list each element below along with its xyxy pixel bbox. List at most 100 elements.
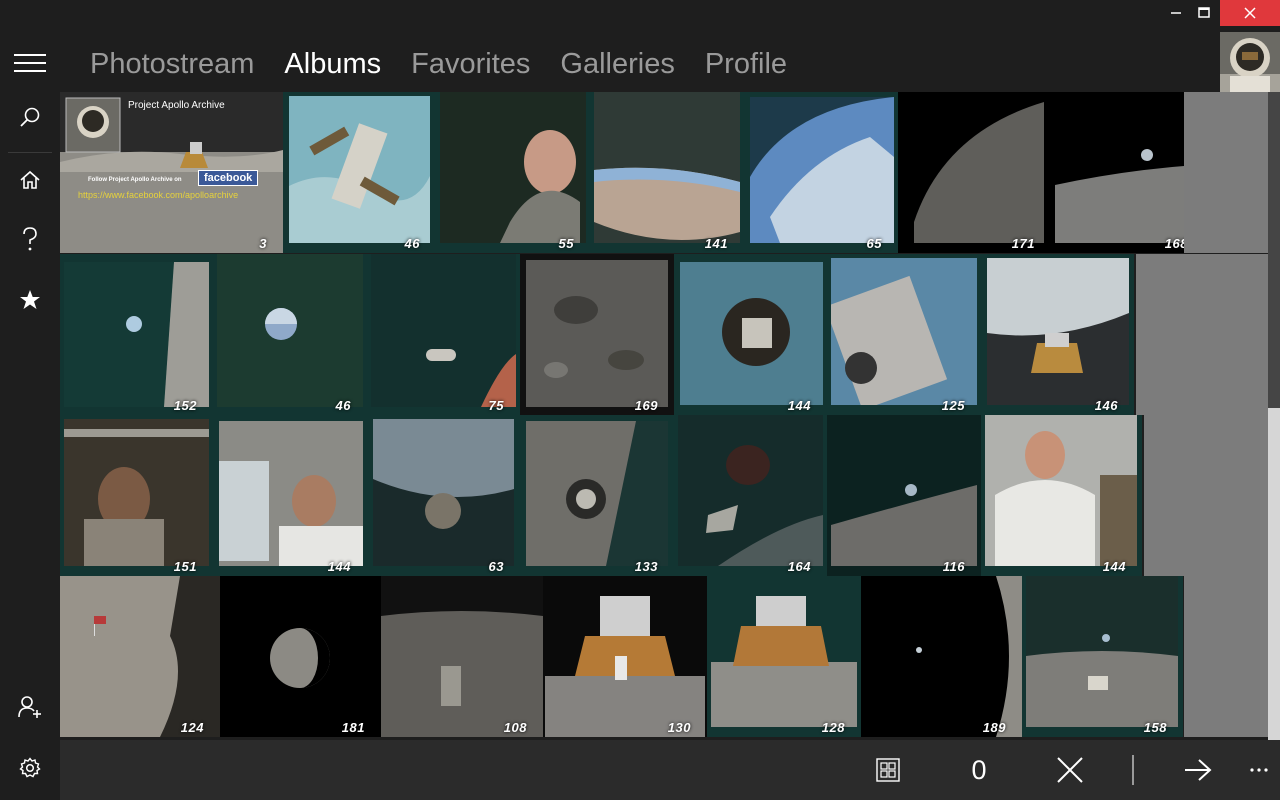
album-tile[interactable]: 63	[367, 415, 520, 576]
album-tile[interactable]: 116	[827, 415, 981, 576]
album-tile[interactable]: 181	[220, 576, 381, 737]
photo-count: 144	[787, 398, 811, 413]
select-all-button[interactable]	[870, 740, 906, 800]
album-tile[interactable]: 146	[981, 254, 1134, 415]
album-cover-image	[545, 576, 705, 737]
add-account-button[interactable]	[0, 682, 60, 732]
album-cover-image	[1026, 576, 1178, 727]
scrollbar-thumb[interactable]	[1268, 408, 1280, 740]
photo-count: 65	[866, 236, 882, 251]
album-tile[interactable]: 124	[60, 576, 220, 737]
album-tile[interactable]: 164	[674, 415, 827, 576]
more-button[interactable]	[1244, 740, 1274, 800]
album-tile[interactable]: 169	[520, 254, 674, 415]
maximize-button[interactable]	[1184, 0, 1224, 26]
album-cover-image	[381, 576, 543, 737]
album-tile[interactable]: 144	[213, 415, 367, 576]
forward-button[interactable]	[1178, 740, 1218, 800]
album-cover-image	[371, 254, 516, 407]
album-tile[interactable]: 158	[1022, 576, 1183, 737]
search-button[interactable]	[0, 93, 60, 143]
photo-count: 164	[787, 559, 811, 574]
photo-count: 3	[259, 236, 267, 251]
banner-title: Project Apollo Archive	[128, 100, 225, 111]
album-cover-image	[904, 102, 1044, 243]
album-tile[interactable]: 75	[367, 254, 520, 415]
scrollbar-track-upper	[1268, 92, 1280, 408]
select-all-icon	[876, 758, 900, 782]
album-cover-image	[750, 97, 894, 243]
astronaut-avatar-image	[1220, 32, 1280, 92]
favorites-button[interactable]	[0, 275, 60, 325]
photo-count: 151	[173, 559, 197, 574]
album-cover-image	[220, 576, 381, 737]
album-tile[interactable]: 46	[213, 254, 367, 415]
album-tile[interactable]: 152	[60, 254, 213, 415]
album-tile[interactable]: Project Apollo Archive Follow Project Ap…	[60, 92, 283, 253]
album-tile[interactable]: 55	[436, 92, 590, 253]
album-tile[interactable]: 144	[981, 415, 1142, 576]
avatar[interactable]	[1220, 32, 1280, 92]
tab-galleries[interactable]: Galleries	[560, 44, 674, 84]
rail-divider	[8, 152, 52, 153]
left-rail	[0, 0, 60, 800]
album-tile[interactable]: 65	[744, 92, 898, 253]
photo-count: 189	[982, 720, 1006, 735]
grid-filler	[1144, 415, 1268, 576]
album-tile[interactable]: 130	[543, 576, 707, 737]
album-cover-image	[526, 260, 668, 407]
album-tile[interactable]: 46	[283, 92, 436, 253]
photo-count: 108	[503, 720, 527, 735]
forward-icon	[1185, 759, 1212, 781]
album-tile[interactable]: 141	[590, 92, 744, 253]
album-tile[interactable]: 128	[707, 576, 861, 737]
maximize-icon	[1198, 7, 1210, 18]
settings-icon	[19, 757, 41, 778]
command-divider	[1128, 740, 1138, 800]
album-tile[interactable]: 171	[898, 92, 1051, 253]
photo-count: 125	[941, 398, 965, 413]
album-row: 151 144 63 133 164 116 144	[60, 415, 1142, 576]
settings-button[interactable]	[0, 743, 60, 793]
tab-favorites[interactable]: Favorites	[411, 44, 530, 84]
album-tile[interactable]: 168	[1051, 92, 1204, 253]
home-button[interactable]	[0, 155, 60, 205]
close-button[interactable]	[1220, 0, 1280, 26]
photo-count: 144	[327, 559, 351, 574]
photo-count: 124	[180, 720, 204, 735]
facebook-logo: facebook	[198, 170, 259, 186]
cancel-selection-button[interactable]	[1050, 740, 1090, 800]
photo-count: 141	[704, 236, 728, 251]
album-cover-image	[678, 415, 823, 566]
photo-count: 75	[488, 398, 504, 413]
photo-count: 144	[1102, 559, 1126, 574]
grid-filler	[1184, 576, 1268, 737]
vertical-scrollbar[interactable]	[1268, 92, 1280, 740]
album-cover-image	[373, 419, 514, 566]
photo-count: 158	[1143, 720, 1167, 735]
album-cover-image	[1055, 100, 1196, 243]
banner-url[interactable]: https://www.facebook.com/apolloarchive	[78, 190, 238, 200]
add-user-icon	[18, 696, 41, 718]
album-tile[interactable]: 133	[520, 415, 674, 576]
album-tile[interactable]: 108	[381, 576, 543, 737]
tab-profile[interactable]: Profile	[705, 44, 787, 84]
album-cover-image	[594, 92, 740, 243]
photo-count: 46	[335, 398, 351, 413]
tab-photostream[interactable]: Photostream	[90, 44, 254, 84]
album-cover-image	[861, 576, 1022, 737]
menu-button[interactable]	[0, 38, 60, 88]
photo-count: 133	[634, 559, 658, 574]
help-button[interactable]	[0, 214, 60, 264]
album-tile[interactable]: 144	[674, 254, 827, 415]
album-tile[interactable]: 125	[827, 254, 981, 415]
album-cover-image	[217, 254, 363, 407]
album-tile[interactable]: 189	[861, 576, 1022, 737]
album-cover-image	[711, 576, 857, 727]
album-cover-image	[987, 258, 1129, 405]
album-tile[interactable]: 151	[60, 415, 213, 576]
album-cover-image	[526, 421, 668, 566]
more-icon	[1250, 768, 1268, 772]
tab-albums[interactable]: Albums	[284, 44, 381, 84]
album-cover-image	[440, 92, 586, 243]
